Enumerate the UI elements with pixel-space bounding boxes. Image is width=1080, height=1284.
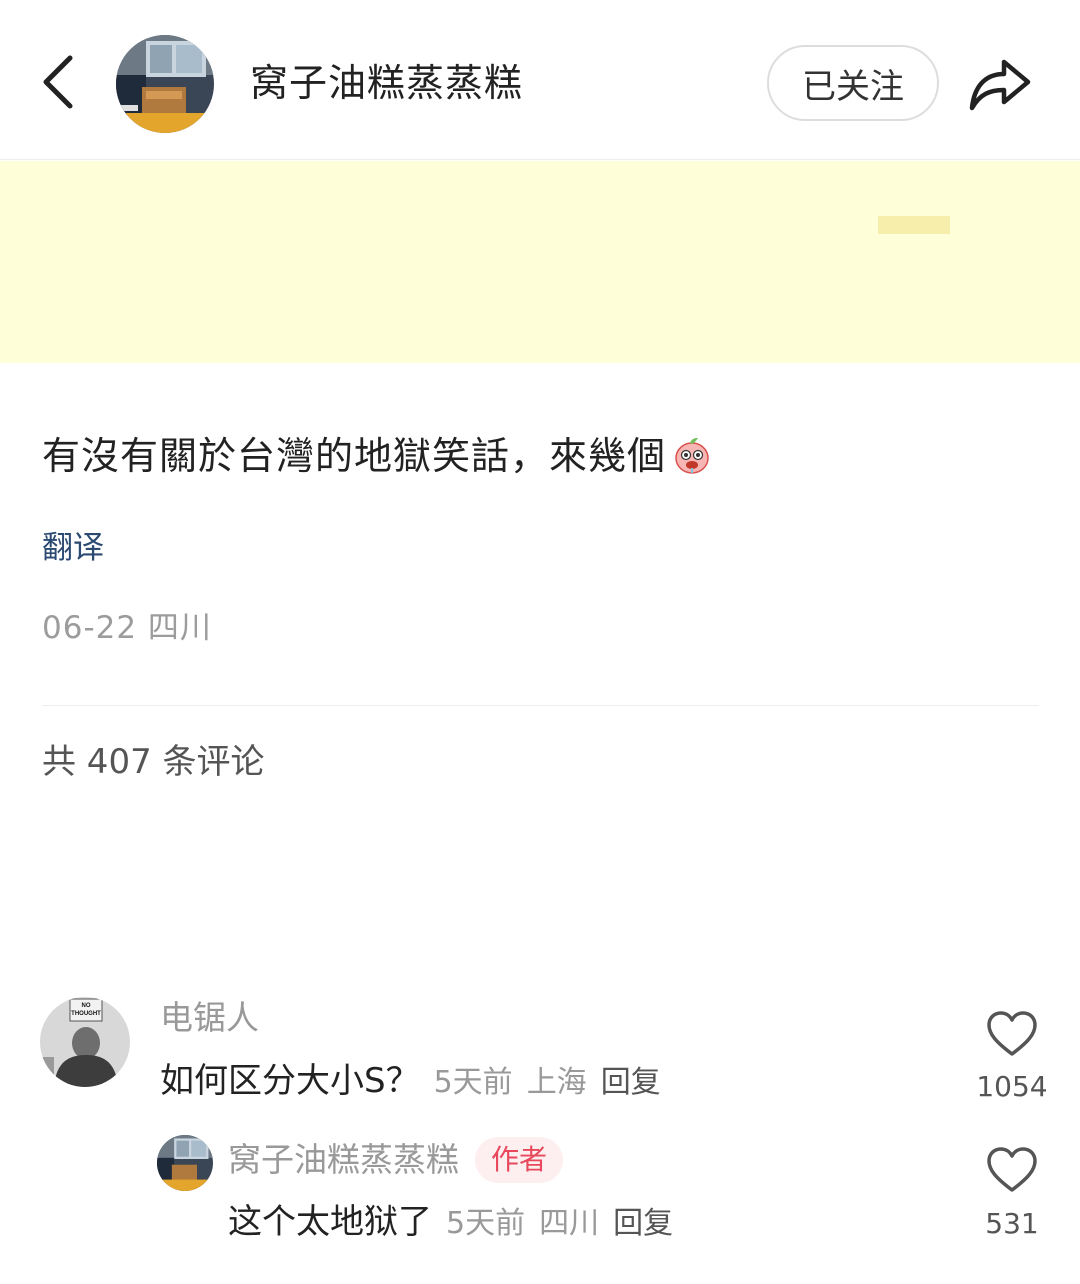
comment-count: 共 407 条评论	[42, 742, 265, 782]
reply-button[interactable]: 回复	[613, 1206, 673, 1241]
comment-time: 5天前	[446, 1206, 526, 1241]
reply-button[interactable]: 回复	[601, 1065, 661, 1100]
comment-body: 如何区分大小S？ 5天前 上海 回复	[160, 1058, 675, 1106]
post-date-location: 06-22 四川	[42, 610, 212, 646]
share-button[interactable]	[964, 48, 1036, 120]
banner-highlight	[878, 216, 950, 234]
translate-link[interactable]: 翻译	[42, 528, 104, 568]
comment-time: 5天前	[433, 1065, 513, 1100]
share-arrow-icon	[969, 59, 1031, 111]
comment-text: 如何区分大小S？	[160, 1061, 420, 1101]
top-bar: 窝子油糕蒸蒸糕 已关注	[0, 0, 1080, 160]
chevron-left-icon	[43, 55, 73, 109]
like-count: 1054	[976, 1070, 1048, 1103]
post-text: 有沒有關於台灣的地獄笑話，來幾個	[42, 434, 667, 478]
heart-icon[interactable]	[986, 1010, 1038, 1058]
commenter-name[interactable]: 电锯人	[160, 996, 259, 1040]
comment-location: 上海	[526, 1065, 587, 1100]
svg-text:NO: NO	[82, 1003, 91, 1009]
comment-location: 四川	[539, 1206, 600, 1241]
author-avatar[interactable]	[116, 35, 214, 133]
follow-button[interactable]: 已关注	[767, 45, 939, 121]
author-name[interactable]: 窝子油糕蒸蒸糕	[250, 58, 523, 108]
post-content: 有沒有關於台灣的地獄笑話，來幾個	[42, 430, 712, 482]
comment-body: 这个太地狱了 5天前 四川 回复	[228, 1199, 687, 1247]
commenter-name: 窝子油糕蒸蒸糕 作者	[228, 1137, 564, 1183]
commenter-username[interactable]: 窝子油糕蒸蒸糕	[228, 1140, 459, 1179]
drooling-face-sticker-icon	[672, 435, 712, 475]
post-banner	[0, 161, 1080, 363]
like-count: 531	[985, 1207, 1039, 1240]
commenter-avatar[interactable]: NO THOUGHT	[40, 997, 130, 1087]
author-badge: 作者	[475, 1137, 564, 1183]
svg-text:THOUGHT: THOUGHT	[71, 1011, 101, 1017]
divider	[42, 705, 1039, 706]
heart-icon[interactable]	[986, 1146, 1038, 1194]
comment-text: 这个太地狱了	[228, 1202, 432, 1242]
commenter-avatar[interactable]	[157, 1135, 213, 1191]
back-button[interactable]	[28, 50, 88, 114]
